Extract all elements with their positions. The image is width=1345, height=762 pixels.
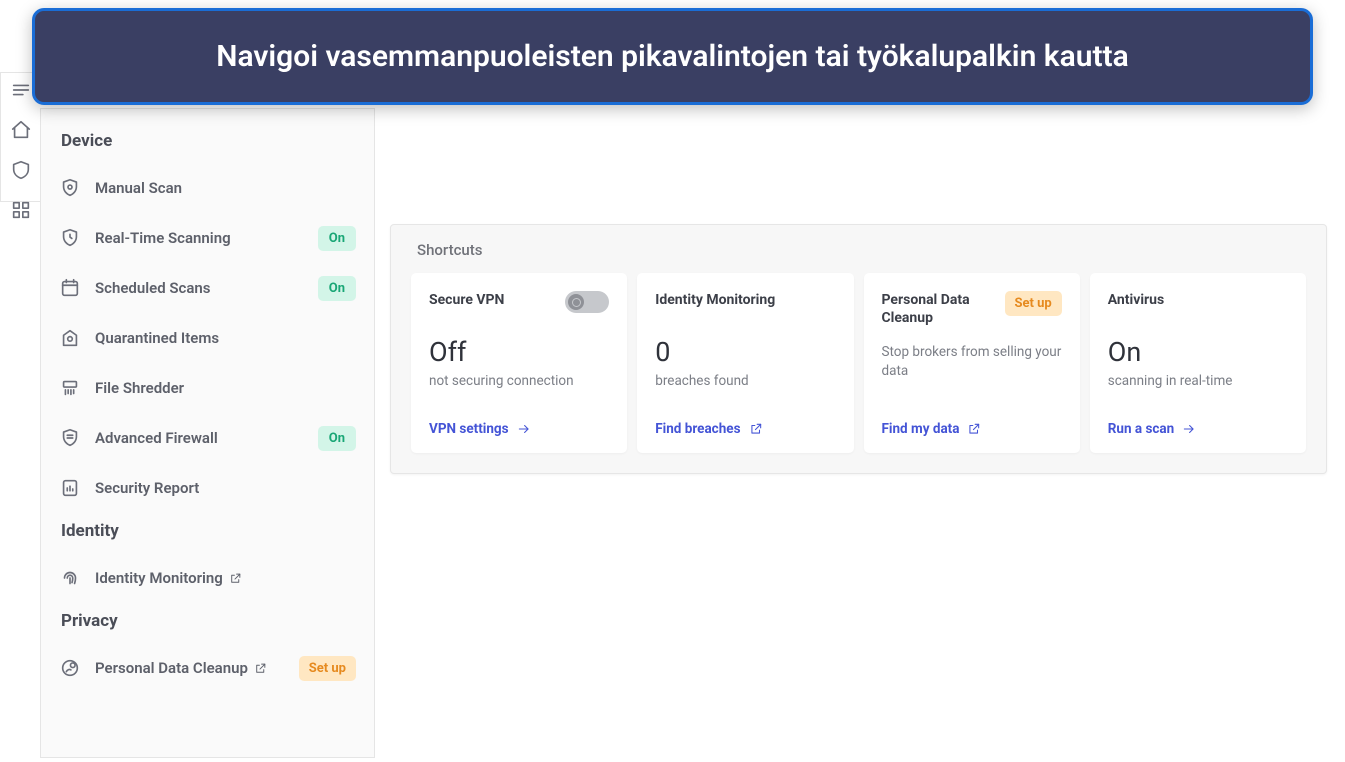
card-subtitle: not securing connection bbox=[429, 372, 609, 390]
arrow-right-icon bbox=[1182, 422, 1196, 436]
card-personal-data-cleanup: Personal Data Cleanup Set up Stop broker… bbox=[864, 273, 1080, 453]
shortcuts-cards: Secure VPN Off not securing connection V… bbox=[411, 273, 1306, 453]
sidebar-item-advanced-firewall[interactable]: Advanced Firewall On bbox=[59, 413, 356, 463]
sidebar-item-label: Advanced Firewall bbox=[95, 429, 304, 447]
apps-icon[interactable] bbox=[10, 199, 32, 221]
sidebar-item-label: Real-Time Scanning bbox=[95, 229, 304, 247]
status-badge-on: On bbox=[318, 226, 356, 251]
report-icon bbox=[59, 477, 81, 499]
external-link-icon bbox=[749, 422, 763, 436]
fingerprint-icon bbox=[59, 567, 81, 589]
section-title-privacy: Privacy bbox=[61, 611, 356, 631]
external-link-icon bbox=[229, 572, 242, 585]
card-subtitle: breaches found bbox=[655, 372, 835, 390]
card-title: Personal Data Cleanup bbox=[882, 291, 992, 327]
card-title: Identity Monitoring bbox=[655, 291, 775, 309]
protection-icon[interactable] bbox=[10, 159, 32, 181]
sidebar-item-label: Personal Data Cleanup bbox=[95, 659, 285, 677]
instruction-text: Navigoi vasemmanpuoleisten pikavalintoje… bbox=[216, 38, 1129, 76]
status-badge-setup: Set up bbox=[1005, 291, 1062, 316]
section-title-device: Device bbox=[61, 131, 356, 151]
sidebar-item-label: Scheduled Scans bbox=[95, 279, 304, 297]
card-value: Off bbox=[429, 339, 609, 366]
sidebar-item-label: Manual Scan bbox=[95, 179, 356, 197]
sidebar-item-label: Security Report bbox=[95, 479, 356, 497]
data-cleanup-icon bbox=[59, 657, 81, 679]
card-value: 0 bbox=[655, 339, 835, 366]
sidebar-item-identity-monitoring[interactable]: Identity Monitoring bbox=[59, 553, 356, 603]
shortcuts-panel: Shortcuts Secure VPN Off not securing co… bbox=[390, 224, 1327, 474]
sidebar-item-personal-data-cleanup[interactable]: Personal Data Cleanup Set up bbox=[59, 643, 356, 693]
sidebar-item-realtime-scanning[interactable]: Real-Time Scanning On bbox=[59, 213, 356, 263]
instruction-banner: Navigoi vasemmanpuoleisten pikavalintoje… bbox=[32, 8, 1313, 105]
shredder-icon bbox=[59, 377, 81, 399]
sidebar-item-label: Identity Monitoring bbox=[95, 569, 356, 587]
card-title: Antivirus bbox=[1108, 291, 1164, 309]
sidebar-item-label: Quarantined Items bbox=[95, 329, 356, 347]
sidebar-item-security-report[interactable]: Security Report bbox=[59, 463, 356, 513]
sidebar-item-file-shredder[interactable]: File Shredder bbox=[59, 363, 356, 413]
sidebar-item-scheduled-scans[interactable]: Scheduled Scans On bbox=[59, 263, 356, 313]
main-content: Shortcuts Secure VPN Off not securing co… bbox=[390, 224, 1327, 474]
external-link-icon bbox=[254, 662, 267, 675]
find-my-data-link[interactable]: Find my data bbox=[882, 421, 1062, 437]
status-badge-setup: Set up bbox=[299, 656, 356, 681]
card-subtitle: Stop brokers from selling your data bbox=[882, 343, 1062, 379]
section-title-identity: Identity bbox=[61, 521, 356, 541]
card-secure-vpn: Secure VPN Off not securing connection V… bbox=[411, 273, 627, 453]
menu-icon[interactable] bbox=[10, 79, 32, 101]
firewall-shield-icon bbox=[59, 427, 81, 449]
arrow-right-icon bbox=[517, 422, 531, 436]
sidebar-item-manual-scan[interactable]: Manual Scan bbox=[59, 163, 356, 213]
card-title: Secure VPN bbox=[429, 291, 504, 309]
status-badge-on: On bbox=[318, 276, 356, 301]
sidebar: Device Manual Scan Real-Time Scanning On… bbox=[40, 108, 375, 758]
calendar-icon bbox=[59, 277, 81, 299]
shield-clock-icon bbox=[59, 227, 81, 249]
sidebar-item-label: File Shredder bbox=[95, 379, 356, 397]
card-antivirus: Antivirus On scanning in real-time Run a… bbox=[1090, 273, 1306, 453]
card-subtitle: scanning in real-time bbox=[1108, 372, 1288, 390]
card-value: On bbox=[1108, 339, 1288, 366]
vpn-settings-link[interactable]: VPN settings bbox=[429, 421, 609, 437]
status-badge-on: On bbox=[318, 426, 356, 451]
quarantine-icon bbox=[59, 327, 81, 349]
vpn-toggle[interactable] bbox=[565, 291, 609, 313]
card-identity-monitoring: Identity Monitoring 0 breaches found Fin… bbox=[637, 273, 853, 453]
find-breaches-link[interactable]: Find breaches bbox=[655, 421, 835, 437]
shortcuts-title: Shortcuts bbox=[417, 241, 1306, 259]
run-scan-link[interactable]: Run a scan bbox=[1108, 421, 1288, 437]
shield-scan-icon bbox=[59, 177, 81, 199]
home-icon[interactable] bbox=[10, 119, 32, 141]
sidebar-item-quarantined-items[interactable]: Quarantined Items bbox=[59, 313, 356, 363]
external-link-icon bbox=[967, 422, 981, 436]
